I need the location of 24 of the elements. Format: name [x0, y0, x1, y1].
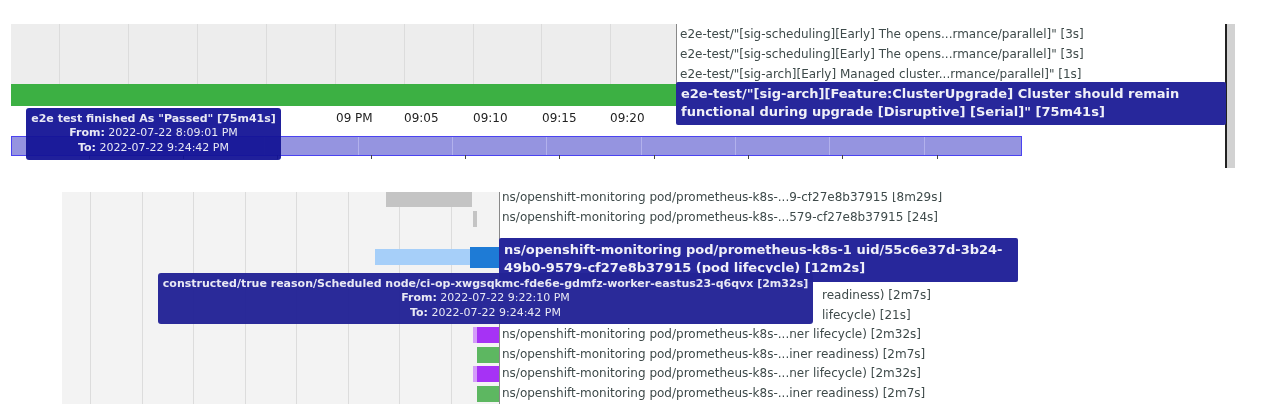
timeline-bar[interactable]: [470, 246, 500, 268]
hover-label: e2e-test/"[sig-arch][Feature:ClusterUpgrade] Cluster should remain functional during upgrade [Disruptive] [Serial]" [75m41s]: [676, 82, 1226, 125]
axis-tick-label: 09:20: [610, 111, 645, 125]
tooltip-to: To: 2022-07-22 9:24:42 PM: [410, 305, 561, 320]
timeline-row-label[interactable]: ns/openshift-monitoring pod/prometheus-k8s-...iner readiness) [2m7s]: [500, 344, 926, 365]
timeline-row-label[interactable]: ns/openshift-monitoring pod/prometheus-k8s-...iner readiness) [2m7s]: [500, 383, 926, 404]
tooltip-to: To: 2022-07-22 9:24:42 PM: [78, 140, 229, 155]
timeline-row-label[interactable]: ns/openshift-monitoring pod/prometheus-k8s-...ner lifecycle) [2m32s]: [500, 364, 921, 384]
scrollbar[interactable]: [1227, 24, 1235, 168]
axis-tick-label: 09 PM: [336, 111, 373, 125]
tooltip-from: From: 2022-07-22 8:09:01 PM: [69, 125, 238, 140]
timeline-bar[interactable]: [477, 366, 499, 383]
timeline-row-label[interactable]: e2e-test/"[sig-scheduling][Early] The opens...rmance/parallel]" [3s]: [680, 24, 1084, 44]
axis-tick-label: 09:15: [542, 111, 577, 125]
axis-tick-label: 09:05: [404, 111, 439, 125]
axis-tick-label: 09:10: [473, 111, 508, 125]
timeline-bar[interactable]: [477, 327, 499, 344]
timeline-row-label[interactable]: ns/openshift-monitoring pod/prometheus-k8s-...ner lifecycle) [2m32s]: [500, 325, 921, 345]
timeline-row-label[interactable]: e2e-test/"[sig-scheduling][Early] The opens...rmance/parallel]" [3s]: [680, 44, 1084, 64]
tooltip-from: From: 2022-07-22 9:22:10 PM: [401, 290, 570, 305]
timeline-row-label[interactable]: ns/openshift-monitoring pod/prometheus-k8s-...579-cf27e8b37915 [24s]: [500, 207, 939, 228]
timeline-row-label[interactable]: ns/openshift-monitoring pod/prometheus-k8s-...9-cf27e8b37915 [8m29s]: [500, 192, 943, 208]
timeline-row-label[interactable]: e2e-test/"[sig-arch][Early] Managed cluster...rmance/parallel]" [1s]: [680, 64, 1084, 84]
tooltip-title: e2e test finished As "Passed" [75m41s]: [31, 112, 276, 125]
